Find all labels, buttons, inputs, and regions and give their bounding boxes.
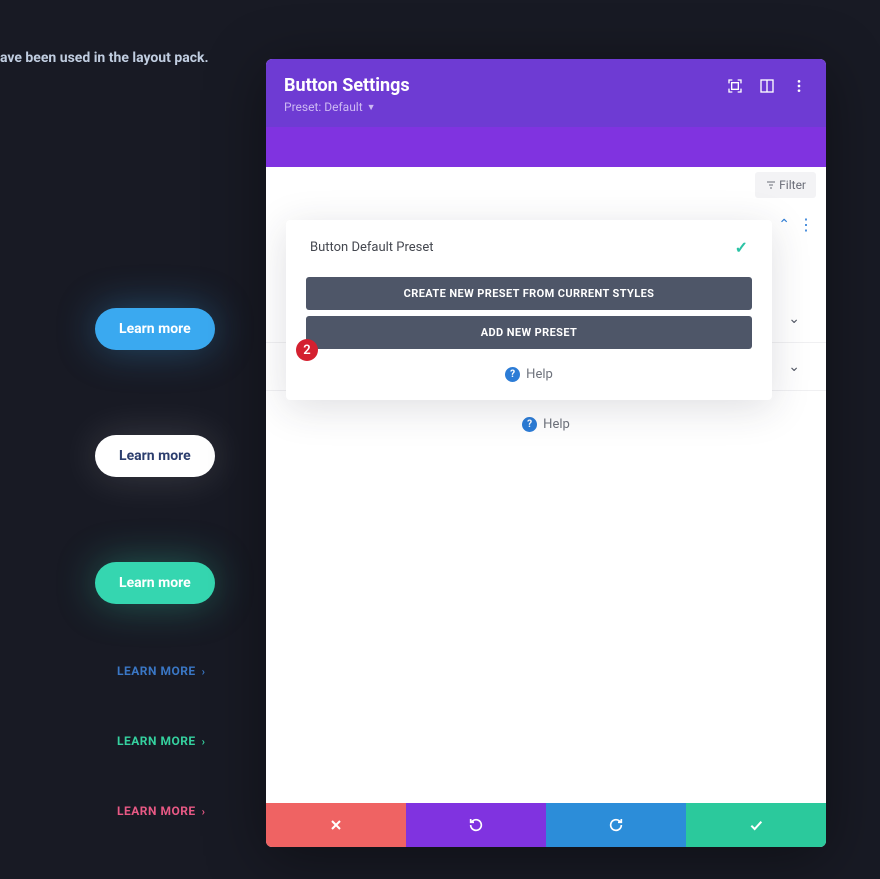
learn-more-pink-link[interactable]: LEARN MORE › [95,804,206,818]
preset-option-label: Button Default Preset [310,240,434,255]
learn-more-blue-link[interactable]: LEARN MORE › [95,664,206,678]
chevron-down-icon: ⌄ [788,359,800,375]
more-vertical-icon[interactable] [790,77,808,95]
section-controls: ⌃ ⋮ [778,215,814,234]
help-label: Help [526,367,553,382]
tab-bar [266,127,826,167]
link-label: LEARN MORE [117,804,196,818]
undo-button[interactable] [406,803,546,847]
preset-label-text: Preset: Default [284,100,363,114]
button-settings-modal: Button Settings Preset: Default ▼ Filter [266,59,826,847]
preset-option-default[interactable]: Button Default Preset ✓ [286,220,772,271]
preset-dropdown: 2 Button Default Preset ✓ CREATE NEW PRE… [286,220,772,400]
create-preset-from-styles-button[interactable]: CREATE NEW PRESET FROM CURRENT STYLES [306,277,752,310]
help-label: Help [543,417,570,432]
help-icon: ? [522,417,537,432]
preview-buttons-column: Learn more Learn more Learn more LEARN M… [95,308,215,874]
cancel-button[interactable] [266,803,406,847]
modal-title: Button Settings [284,75,410,96]
learn-more-white-button[interactable]: Learn more [95,435,215,477]
filter-button[interactable]: Filter [755,172,816,198]
filter-label: Filter [779,178,806,192]
header-icons [726,77,808,95]
dropdown-help-link[interactable]: ? Help [286,355,772,384]
expand-icon[interactable] [726,77,744,95]
learn-more-teal-link[interactable]: LEARN MORE › [95,734,206,748]
modal-header: Button Settings Preset: Default ▼ [266,59,826,127]
link-label: LEARN MORE [117,734,196,748]
learn-more-blue-button[interactable]: Learn more [95,308,215,350]
modal-footer [266,803,826,847]
background-text: ave been used in the layout pack. [0,50,209,66]
chevron-down-icon: ⌄ [788,311,800,327]
chevron-up-icon[interactable]: ⌃ [778,217,790,233]
caret-down-icon: ▼ [367,102,376,113]
chevron-right-icon: › [202,805,206,818]
chevron-right-icon: › [202,735,206,748]
step-badge: 2 [296,339,318,361]
learn-more-teal-button[interactable]: Learn more [95,562,215,604]
more-vertical-icon[interactable]: ⋮ [798,215,814,234]
chevron-right-icon: › [202,665,206,678]
preset-dropdown-toggle[interactable]: Preset: Default ▼ [284,100,376,114]
save-button[interactable] [686,803,826,847]
redo-button[interactable] [546,803,686,847]
modal-body: Filter ⌃ ⋮ 2 Button Default Preset ✓ CRE… [266,167,826,803]
layout-icon[interactable] [758,77,776,95]
add-new-preset-button[interactable]: ADD NEW PRESET [306,316,752,349]
check-icon: ✓ [735,238,748,257]
body-help-link[interactable]: ? Help [266,391,826,458]
help-icon: ? [505,367,520,382]
link-label: LEARN MORE [117,664,196,678]
